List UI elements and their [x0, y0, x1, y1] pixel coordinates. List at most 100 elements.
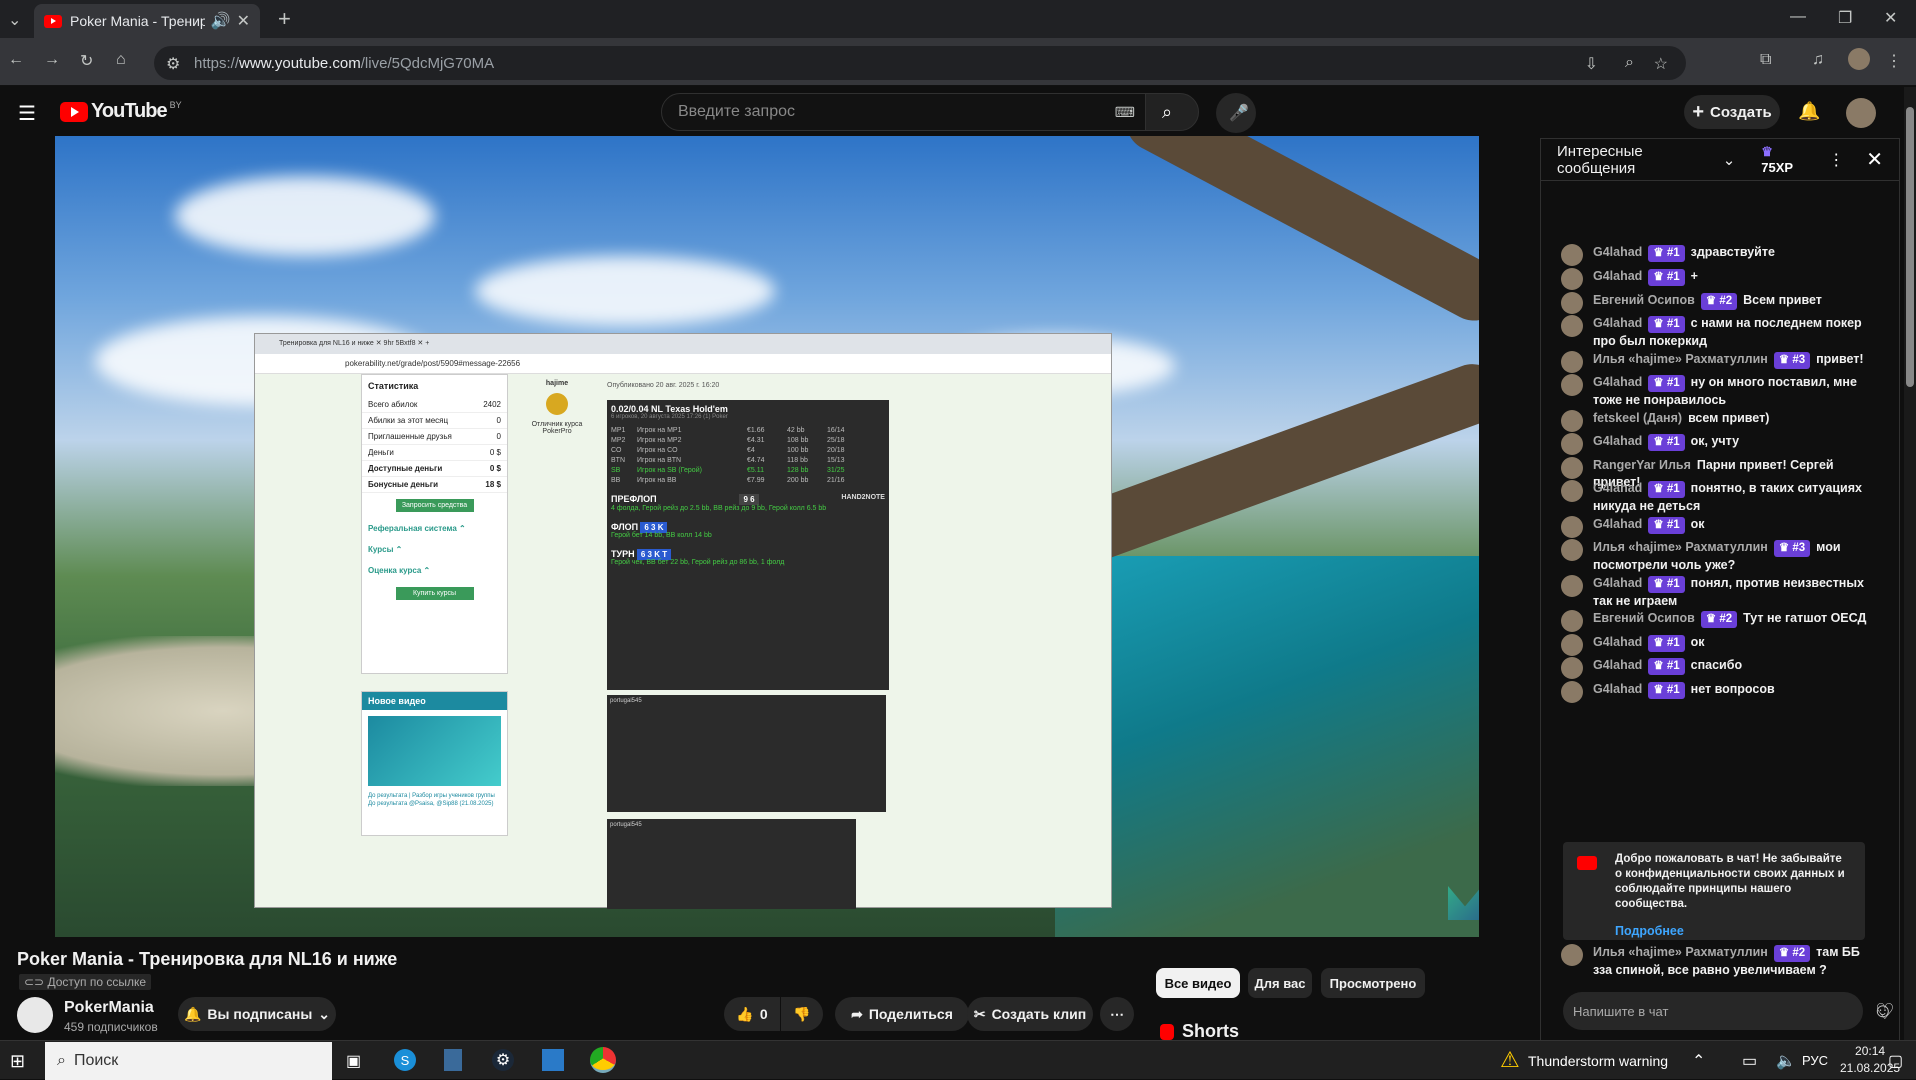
new-tab-icon[interactable]: + [278, 6, 291, 32]
search-icon: ⌕ [1162, 102, 1173, 122]
app-icon[interactable] [542, 1049, 564, 1071]
search-button[interactable]: ⌕ [1145, 93, 1199, 131]
dislike-button[interactable]: 👎 [781, 997, 823, 1031]
weather-warning[interactable]: Thunderstorm warning [1528, 1053, 1668, 1069]
chip-for-you[interactable]: Для вас [1248, 968, 1312, 998]
notifications-bell-icon[interactable]: 🔔 [1798, 101, 1820, 122]
chat-text: здравствуйте [1690, 245, 1775, 259]
stats-value: 18 $ [485, 480, 501, 489]
close-tab-icon[interactable]: ✕ [237, 11, 250, 31]
chat-menu-icon[interactable]: ⋮ [1828, 150, 1844, 170]
voice-search-button[interactable]: 🎤 [1216, 93, 1256, 133]
chat-author: Илья «hajime» Рахматуллин [1593, 352, 1768, 366]
shorts-label: Shorts [1182, 1021, 1240, 1041]
more-actions-button[interactable]: ⋯ [1100, 997, 1134, 1031]
calculator-icon[interactable] [444, 1049, 462, 1071]
new-video-panel: Новое видео До результата | Разбор игры … [361, 691, 508, 836]
forward-icon[interactable]: → [44, 51, 60, 69]
live-chat: Интересные сообщения ⌄ ♛ 75XP ⋮ ✕ G4lahad… [1540, 138, 1900, 1048]
network-icon[interactable]: ▭ [1742, 1051, 1757, 1071]
player-bb: 128 bb [787, 467, 809, 474]
page-scrollbar[interactable] [1904, 87, 1916, 1040]
chat-author: Илья «hajime» Рахматуллин [1593, 540, 1768, 554]
like-count: 0 [759, 1006, 768, 1022]
notice-more-link[interactable]: Подробнее [1615, 924, 1849, 939]
bookmark-star-icon[interactable]: ☆ [1654, 54, 1668, 74]
chat-message: Илья «hajime» Рахматуллин ♛ #2 там ББ зза … [1561, 944, 1871, 979]
warning-icon[interactable]: ⚠ [1500, 1047, 1520, 1073]
player-stat: 31/25 [827, 467, 845, 474]
youtube-logo[interactable]: YouTube BY [60, 100, 182, 123]
chat-mode-dropdown[interactable]: Интересные сообщения ⌄ [1557, 143, 1735, 177]
media-control-icon[interactable]: ♫ [1812, 51, 1824, 69]
back-icon[interactable]: ← [8, 51, 24, 69]
site-info-icon[interactable]: ⚙ [166, 54, 180, 74]
reload-icon[interactable]: ↻ [80, 51, 93, 71]
player-row: BB Игрок на BB €7.99 200 bb 21/16 [611, 476, 885, 486]
minimize-icon[interactable]: — [1790, 8, 1806, 26]
subscribed-button[interactable]: 🔔 Вы подписаны ⌄ [178, 997, 336, 1031]
speaker-icon[interactable]: 🔊 [211, 11, 231, 31]
zoom-icon[interactable]: ⌕ [1625, 54, 1634, 72]
channel-name[interactable]: PokerMania [64, 999, 154, 1017]
member-badge: ♛ #1 [1648, 517, 1685, 534]
plus-icon: + [1692, 100, 1704, 123]
chip-all-videos[interactable]: Все видео [1156, 968, 1240, 998]
volume-icon[interactable]: 🔈 [1776, 1051, 1796, 1071]
steam-icon[interactable]: ⚙ [492, 1049, 514, 1071]
search-input[interactable]: Введите запрос ⌨ [661, 93, 1146, 131]
player-row: SB Игрок на SB (Герой) €5.11 128 bb 31/25 [611, 466, 885, 476]
close-chat-icon[interactable]: ✕ [1866, 147, 1883, 172]
windows-start-icon[interactable]: ⊞ [10, 1051, 25, 1072]
skype-icon[interactable]: S [394, 1049, 416, 1071]
hamburger-menu-icon[interactable]: ☰ [18, 101, 36, 126]
profile-icon[interactable] [1848, 48, 1870, 70]
tab-list-icon[interactable]: ⌄ [8, 10, 21, 30]
player-name: Игрок на CO [637, 447, 678, 454]
notification-center-icon[interactable]: ▢ [1888, 1051, 1903, 1071]
hud-stats: portugal545 [607, 695, 886, 812]
browser-tab[interactable]: Poker Mania - Тренировка 🔊 ✕ [34, 4, 260, 38]
chat-author: Евгений Осипов [1593, 611, 1695, 625]
address-bar[interactable]: ⚙ https://www.youtube.com/live/5QdcMjG70… [154, 46, 1686, 80]
xp-value: 75XP [1761, 160, 1794, 175]
browser-toolbar: ← → ↻ ⌂ ⚙ https://www.youtube.com/live/5… [0, 38, 1916, 86]
embedded-browser: Тренировка для NL16 и ниже ✕ 9hr 5Bxtf8 … [254, 333, 1112, 909]
hud-player: portugal545 [610, 698, 642, 704]
create-button[interactable]: + Создать [1684, 95, 1780, 129]
chat-avatar [1561, 351, 1583, 373]
chat-input[interactable]: Напишите в чат ☺ [1563, 992, 1893, 1030]
player-name: Игрок на MP2 [637, 437, 682, 444]
language-indicator[interactable]: РУС [1802, 1053, 1828, 1068]
video-player[interactable]: Тренировка для NL16 и ниже ✕ 9hr 5Bxtf8 … [55, 136, 1479, 937]
xp-badge[interactable]: ♛ 75XP [1761, 144, 1806, 175]
tray-chevron-icon[interactable]: ⌃ [1692, 1051, 1705, 1071]
badge-label: #2 [1719, 295, 1733, 307]
chat-author: G4lahad [1593, 481, 1643, 495]
like-button[interactable]: 👍 0 [724, 997, 780, 1031]
home-icon[interactable]: ⌂ [116, 51, 126, 69]
chrome-icon[interactable] [590, 1047, 616, 1073]
close-window-icon[interactable]: ✕ [1884, 8, 1897, 28]
stats-value: 0 [496, 416, 501, 425]
new-video-heading: Новое видео [362, 692, 507, 710]
user-avatar[interactable] [1846, 98, 1876, 128]
chip-watched[interactable]: Просмотрено [1321, 968, 1425, 998]
clip-button[interactable]: ✂ Создать клип [967, 997, 1093, 1031]
restore-icon[interactable]: ❐ [1838, 8, 1852, 28]
chat-author: Евгений Осипов [1593, 293, 1695, 307]
channel-avatar[interactable] [17, 997, 53, 1033]
taskbar-search[interactable]: ⌕ Поиск [45, 1042, 332, 1080]
chat-message: G4lahad ♛ #1 здравствуйте [1561, 244, 1871, 266]
scrollbar-thumb[interactable] [1906, 107, 1914, 387]
keyboard-icon[interactable]: ⌨ [1115, 104, 1135, 121]
heart-icon[interactable]: ♡ [1875, 999, 1895, 1025]
stats-value: 0 $ [489, 464, 501, 473]
task-view-icon[interactable]: ▣ [346, 1051, 361, 1071]
sea-shape [1055, 556, 1479, 937]
share-button[interactable]: ➦ Поделиться [835, 997, 969, 1031]
more-icon: ⋯ [1110, 1005, 1124, 1022]
install-icon[interactable]: ⇩ [1585, 54, 1598, 74]
browser-menu-icon[interactable]: ⋮ [1886, 51, 1902, 71]
extensions-icon[interactable]: ⧉ [1760, 51, 1771, 69]
